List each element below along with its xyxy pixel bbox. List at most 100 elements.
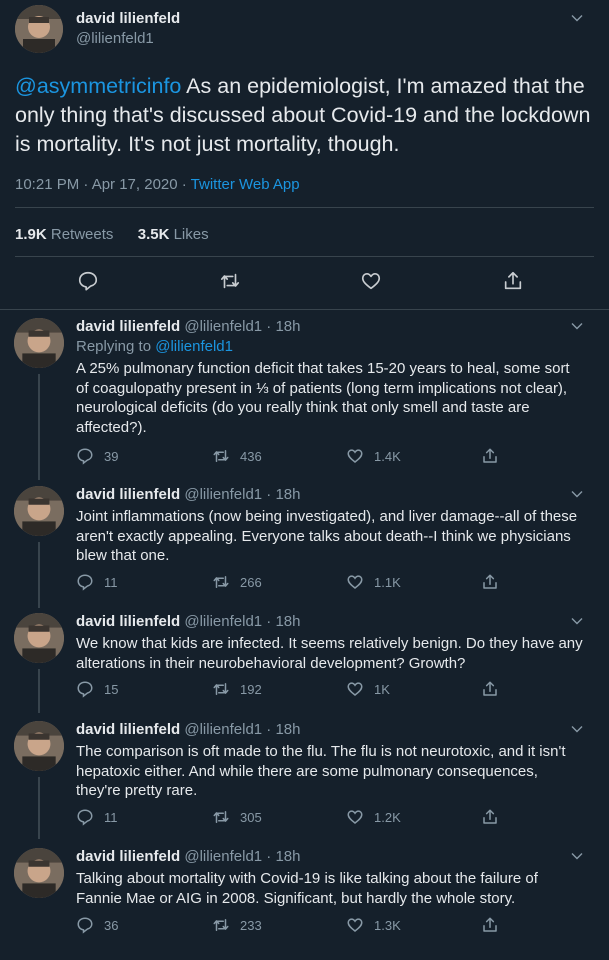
heart-icon[interactable] [360,270,384,294]
avatar[interactable] [15,5,63,53]
avatar[interactable] [14,848,64,898]
reply-icon [77,917,93,934]
share-icon[interactable] [502,270,526,294]
reply-button[interactable]: 11 [76,808,118,826]
replying-to: Replying to @lilienfeld1 [76,338,233,355]
share-icon [483,574,497,589]
share-icon [483,448,497,463]
author-name[interactable]: david lilienfeld [76,848,180,865]
author-name[interactable]: david lilienfeld [76,10,180,27]
share-button[interactable] [481,680,509,698]
author-meta[interactable]: @lilienfeld1 · 18h [184,318,300,335]
share-button[interactable] [481,808,509,826]
chevron-down-icon[interactable] [571,320,583,332]
heart-icon [347,810,363,824]
reply-tweet: david lilienfeld @lilienfeld1 · 18h Repl… [0,318,609,480]
divider [15,207,594,208]
heart-icon [347,449,363,463]
reply-actions: 15 192 1K [76,680,516,702]
reply-icon [77,448,93,465]
share-button[interactable] [481,447,509,465]
reply-button[interactable]: 11 [76,573,118,591]
like-button[interactable]: 1K [346,680,390,698]
chevron-down-icon[interactable] [571,12,583,24]
thread-line [38,669,40,713]
chevron-down-icon[interactable] [571,488,583,500]
reply-button[interactable]: 36 [76,916,118,934]
reply-tweet: david lilienfeld @lilienfeld1 · 18h The … [0,721,609,839]
reply-text: We know that kids are infected. It seems… [76,635,583,672]
thread-line [38,777,40,839]
reply-icon [77,809,93,826]
like-button[interactable]: 1.2K [346,808,401,826]
author-name[interactable]: david lilienfeld [76,318,180,335]
retweet-icon [213,450,229,462]
retweet-button[interactable]: 436 [212,447,262,465]
tweet-body: @asymmetricinfo As an epidemiologist, I'… [15,72,595,159]
likes-stat[interactable]: 3.5K Likes [138,226,209,243]
reply-button[interactable]: 39 [76,447,118,465]
like-button[interactable]: 1.1K [346,573,401,591]
heart-icon [347,575,363,589]
author-handle[interactable]: @lilienfeld1 [76,30,154,47]
retweet-button[interactable]: 233 [212,916,262,934]
reply-text: The comparison is oft made to the flu. T… [76,743,566,799]
chevron-down-icon[interactable] [571,850,583,862]
reply-header: david lilienfeld @lilienfeld1 · 18h [76,486,301,503]
thread-line [38,542,40,608]
reply-icon [77,681,93,698]
avatar[interactable] [14,486,64,536]
avatar[interactable] [14,721,64,771]
reply-tweet: david lilienfeld @lilienfeld1 · 18h Join… [0,486,609,608]
tweet-actions [0,270,609,300]
author-name[interactable]: david lilienfeld [76,721,180,738]
retweet-icon[interactable] [219,270,243,294]
chevron-down-icon[interactable] [571,615,583,627]
reply-header: david lilienfeld @lilienfeld1 · 18h [76,613,301,630]
chevron-down-icon[interactable] [571,723,583,735]
share-button[interactable] [481,573,509,591]
share-button[interactable] [481,916,509,934]
reply-text: A 25% pulmonary function deficit that ta… [76,360,570,436]
source-link[interactable]: Twitter Web App [191,176,300,193]
mention-link[interactable]: @asymmetricinfo [15,74,181,98]
avatar[interactable] [14,318,64,368]
retweet-icon [213,576,229,588]
divider [0,309,609,310]
reply-actions: 11 305 1.2K [76,808,516,830]
main-tweet: david lilienfeld @lilienfeld1 @asymmetri… [0,0,609,310]
reply-text: Joint inflammations (now being investiga… [76,508,578,564]
reply-button[interactable]: 15 [76,680,118,698]
author-meta[interactable]: @lilienfeld1 · 18h [184,613,300,630]
replying-to-link[interactable]: @lilienfeld1 [155,338,233,355]
like-button[interactable]: 1.4K [346,447,401,465]
reply-header: david lilienfeld @lilienfeld1 · 18h [76,721,301,738]
share-icon [483,681,497,696]
author-meta[interactable]: @lilienfeld1 · 18h [184,721,300,738]
reply-header: david lilienfeld @lilienfeld1 · 18h [76,318,301,335]
heart-icon [347,918,363,932]
thread-line [38,374,40,480]
retweets-stat[interactable]: 1.9K Retweets [15,226,113,243]
author-name[interactable]: david lilienfeld [76,486,180,503]
like-button[interactable]: 1.3K [346,916,401,934]
avatar[interactable] [14,613,64,663]
reply-header: david lilienfeld @lilienfeld1 · 18h [76,848,301,865]
retweet-icon [213,919,229,931]
reply-tweet: david lilienfeld @lilienfeld1 · 18h Talk… [0,848,609,956]
retweet-button[interactable]: 305 [212,808,262,826]
tweet-meta: 10:21 PM · Apr 17, 2020 · Twitter Web Ap… [15,176,300,193]
timestamp[interactable]: 10:21 PM · Apr 17, 2020 · [15,176,191,193]
reply-text: Talking about mortality with Covid-19 is… [76,870,538,907]
author-name[interactable]: david lilienfeld [76,613,180,630]
retweet-button[interactable]: 266 [212,573,262,591]
author-meta[interactable]: @lilienfeld1 · 18h [184,486,300,503]
retweet-icon [213,811,229,823]
reply-icon[interactable] [77,270,101,294]
share-icon [483,917,497,932]
heart-icon [347,682,363,696]
retweet-button[interactable]: 192 [212,680,262,698]
author-meta[interactable]: @lilienfeld1 · 18h [184,848,300,865]
tweet-stats: 1.9K Retweets 3.5K Likes [15,226,209,243]
reply-tweet: david lilienfeld @lilienfeld1 · 18h We k… [0,613,609,713]
